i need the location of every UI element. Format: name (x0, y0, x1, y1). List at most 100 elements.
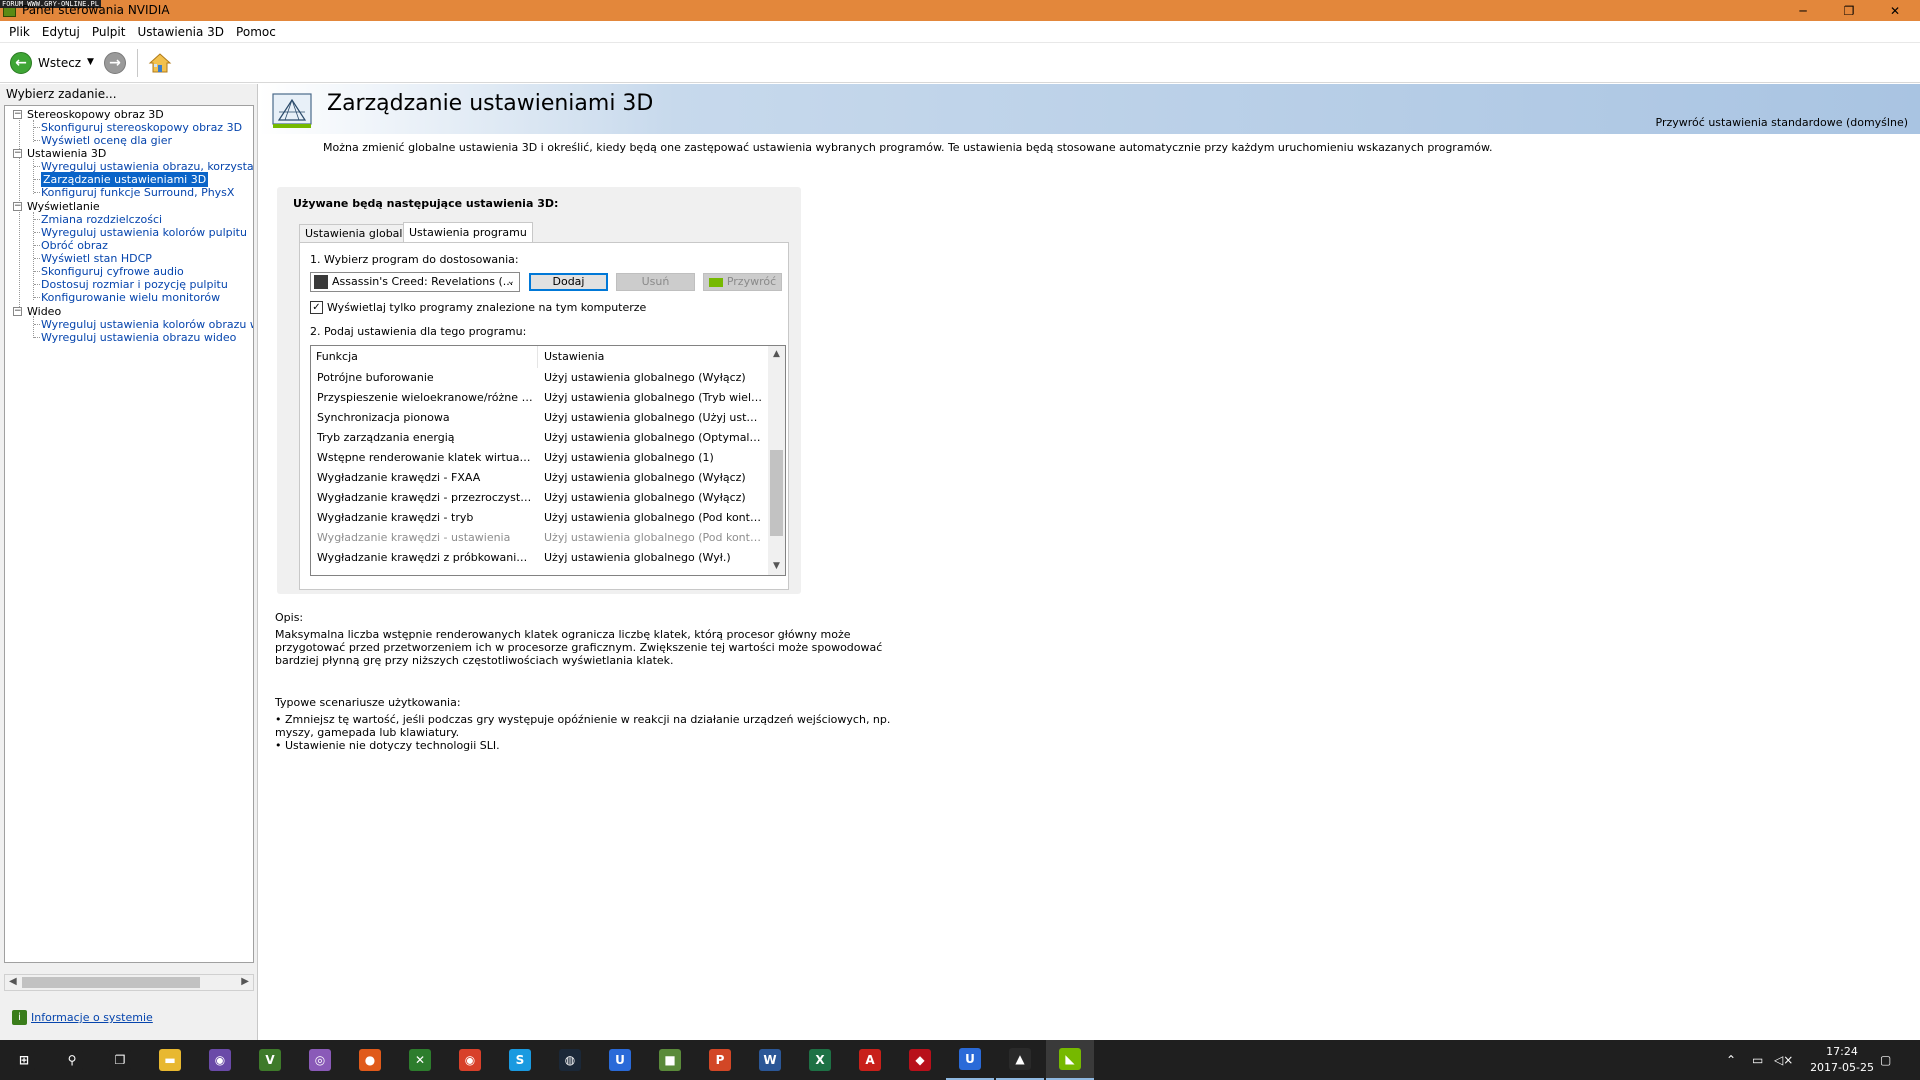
restore-button[interactable]: ❐ (1826, 0, 1872, 21)
back-arrow-icon[interactable]: ← (10, 52, 32, 74)
task-tree[interactable]: − Stereoskopowy obraz 3D Skonfiguruj ste… (4, 105, 254, 963)
table-row[interactable]: Wygładzanie krawędzi - FXAA Użyj ustawien… (311, 468, 770, 488)
program-select[interactable]: Assassin's Creed: Revelations (... ⌄ (310, 272, 520, 292)
setting-cell[interactable]: Użyj ustawienia globalnego (Tryb wieloek… (544, 388, 764, 408)
taskbar-button[interactable]: V (246, 1040, 294, 1080)
taskbar-button[interactable]: ⚲ (48, 1040, 96, 1080)
feature-cell: Potrójne buforowanie (317, 371, 434, 384)
setting-cell[interactable]: Użyj ustawienia globalnego (Pod kontrolą… (544, 528, 764, 548)
taskbar-button[interactable]: ⊞ (0, 1040, 48, 1080)
clock[interactable]: 17:24 2017-05-25 (1810, 1044, 1874, 1076)
collapse-toggle[interactable]: − (13, 149, 22, 158)
taskbar-button[interactable]: ◎ (296, 1040, 344, 1080)
taskbar-button[interactable]: X (796, 1040, 844, 1080)
taskbar-button[interactable]: ✕ (396, 1040, 444, 1080)
tree-line (34, 219, 40, 220)
taskbar-button[interactable]: ◣ (1046, 1040, 1094, 1080)
column-header-setting[interactable]: Ustawienia (539, 346, 770, 368)
menu-help[interactable]: Pomoc (230, 25, 282, 39)
scroll-right-icon[interactable]: ▶ (241, 976, 249, 987)
remove-button[interactable]: Usuń (616, 273, 695, 291)
scrollbar-thumb[interactable] (770, 450, 783, 536)
setting-cell[interactable]: Użyj ustawienia globalnego (Wyłącz) (544, 488, 764, 508)
title-bar[interactable]: FORUM.WWW.GRY-ONLINE.PL Panel sterowania… (0, 0, 1920, 21)
table-row[interactable]: Wygładzanie krawędzi - tryb Użyj ustawien… (311, 508, 770, 528)
system-info-link[interactable]: Informacje o systemie (31, 1011, 153, 1024)
taskbar-button[interactable]: ▲ (996, 1040, 1044, 1080)
scroll-up-icon[interactable]: ▲ (768, 346, 785, 363)
setting-cell[interactable]: Użyj ustawienia globalnego (1) (544, 448, 764, 468)
tree-item-surround-physx[interactable]: Konfiguruj funkcje Surround, PhysX (41, 185, 234, 200)
menu-3d-settings[interactable]: Ustawienia 3D (131, 25, 230, 39)
table-row[interactable]: Wstępne renderowanie klatek wirtualnej r… (311, 448, 770, 468)
taskbar-button[interactable]: U (946, 1040, 994, 1080)
close-button[interactable]: ✕ (1872, 0, 1918, 21)
taskbar-button[interactable]: ● (346, 1040, 394, 1080)
restore-button-label: Przywróć (726, 275, 777, 288)
scroll-left-icon[interactable]: ◀ (9, 976, 17, 987)
tree-item-multiple-displays[interactable]: Konfigurowanie wielu monitorów (41, 290, 220, 305)
taskbar-button[interactable]: S (496, 1040, 544, 1080)
table-row[interactable]: Przyspieszenie wieloekranowe/różne proc.… (311, 388, 770, 408)
settings-grid[interactable]: Funkcja Ustawienia Potrójne buforowanie U… (310, 345, 786, 576)
tree-line (34, 271, 40, 272)
collapse-toggle[interactable]: − (13, 307, 22, 316)
taskbar: ⊞ ⚲ ❐ ▬ ◉ V ◎ ● ✕ ◉ S ◍ U ■ P W X A ◆ U ▲ ◣ ⌃ ▭ ◁× 17:24 2017… (0, 1040, 1920, 1080)
setting-cell[interactable]: Użyj ustawienia globalnego (Optymalna mo… (544, 428, 764, 448)
menu-edit[interactable]: Edytuj (36, 25, 86, 39)
feature-cell: Wygładzanie krawędzi - ustawienia (317, 531, 511, 544)
column-header-feature[interactable]: Funkcja (311, 346, 538, 368)
collapse-toggle[interactable]: − (13, 110, 22, 119)
minimize-button[interactable]: ─ (1780, 0, 1826, 21)
scrollbar-thumb[interactable] (22, 977, 200, 988)
tab-program-settings[interactable]: Ustawienia programu (403, 222, 533, 243)
menu-file[interactable]: Plik (3, 25, 36, 39)
table-row[interactable]: Wygładzanie krawędzi - przezroczystość Uż… (311, 488, 770, 508)
network-icon[interactable]: ▭ (1752, 1040, 1763, 1080)
taskbar-button[interactable]: ◉ (196, 1040, 244, 1080)
setting-cell[interactable]: Użyj ustawienia globalnego (Wyłącz) (544, 468, 764, 488)
notifications-icon[interactable]: ▢ (1880, 1040, 1891, 1080)
table-row[interactable]: Wygładzanie krawędzi - ustawienia Użyj us… (311, 528, 770, 548)
restore-button-program[interactable]: Przywróć (703, 273, 782, 291)
add-button[interactable]: Dodaj (529, 273, 608, 291)
setting-cell[interactable]: Użyj ustawienia globalnego (Pod kontrolą… (544, 508, 764, 528)
taskbar-button[interactable]: U (596, 1040, 644, 1080)
taskbar-button[interactable]: P (696, 1040, 744, 1080)
taskbar-button[interactable]: ▬ (146, 1040, 194, 1080)
taskbar-button[interactable]: W (746, 1040, 794, 1080)
taskbar-button[interactable]: ❐ (96, 1040, 144, 1080)
history-dropdown-icon[interactable]: ▼ (87, 57, 94, 67)
table-row[interactable]: Synchronizacja pionowa Użyj ustawienia gl… (311, 408, 770, 428)
setting-cell[interactable]: Użyj ustawienia globalnego (Wył.) (544, 548, 764, 568)
menu-bar: Plik Edytuj Pulpit Ustawienia 3D Pomoc (0, 21, 1920, 43)
back-button-label[interactable]: Wstecz (38, 56, 81, 70)
setting-cell[interactable]: Użyj ustawienia globalnego (Użyj ustawie… (544, 408, 764, 428)
menu-desktop[interactable]: Pulpit (86, 25, 132, 39)
forward-arrow-icon[interactable]: → (104, 52, 126, 74)
system-info: i Informacje o systemie (12, 1010, 153, 1025)
restore-defaults-link[interactable]: Przywróć ustawienia standardowe (domyśln… (1656, 116, 1908, 129)
scroll-down-icon[interactable]: ▼ (768, 558, 785, 575)
table-row[interactable]: Tryb zarządzania energią Użyj ustawienia … (311, 428, 770, 448)
show-found-programs-checkbox[interactable]: ✓ (310, 301, 323, 314)
table-row[interactable]: Potrójne buforowanie Użyj ustawienia glob… (311, 368, 770, 388)
feature-cell: Wygładzanie krawędzi - przezroczystość (317, 491, 533, 504)
table-row[interactable]: Wygładzanie krawędzi z próbkowaniem wi..… (311, 548, 770, 568)
home-icon[interactable] (148, 52, 172, 74)
taskbar-button[interactable]: ◍ (546, 1040, 594, 1080)
xbox-icon: ✕ (409, 1049, 431, 1071)
horizontal-scrollbar[interactable]: ◀ ▶ (4, 974, 254, 991)
feature-cell: Przyspieszenie wieloekranowe/różne proc.… (317, 391, 533, 404)
setting-cell[interactable]: Użyj ustawienia globalnego (Wyłącz) (544, 368, 764, 388)
show-found-programs-label[interactable]: Wyświetlaj tylko programy znalezione na … (327, 301, 646, 314)
tray-overflow-icon[interactable]: ⌃ (1726, 1040, 1736, 1080)
vertical-scrollbar[interactable]: ▲ ▼ (768, 346, 785, 575)
taskbar-button[interactable]: ◆ (896, 1040, 944, 1080)
taskbar-button[interactable]: ◉ (446, 1040, 494, 1080)
collapse-toggle[interactable]: − (13, 202, 22, 211)
taskbar-button[interactable]: ■ (646, 1040, 694, 1080)
taskbar-button[interactable]: A (846, 1040, 894, 1080)
tree-item-video-image[interactable]: Wyreguluj ustawienia obrazu wideo (41, 330, 236, 345)
volume-icon[interactable]: ◁× (1774, 1040, 1793, 1080)
